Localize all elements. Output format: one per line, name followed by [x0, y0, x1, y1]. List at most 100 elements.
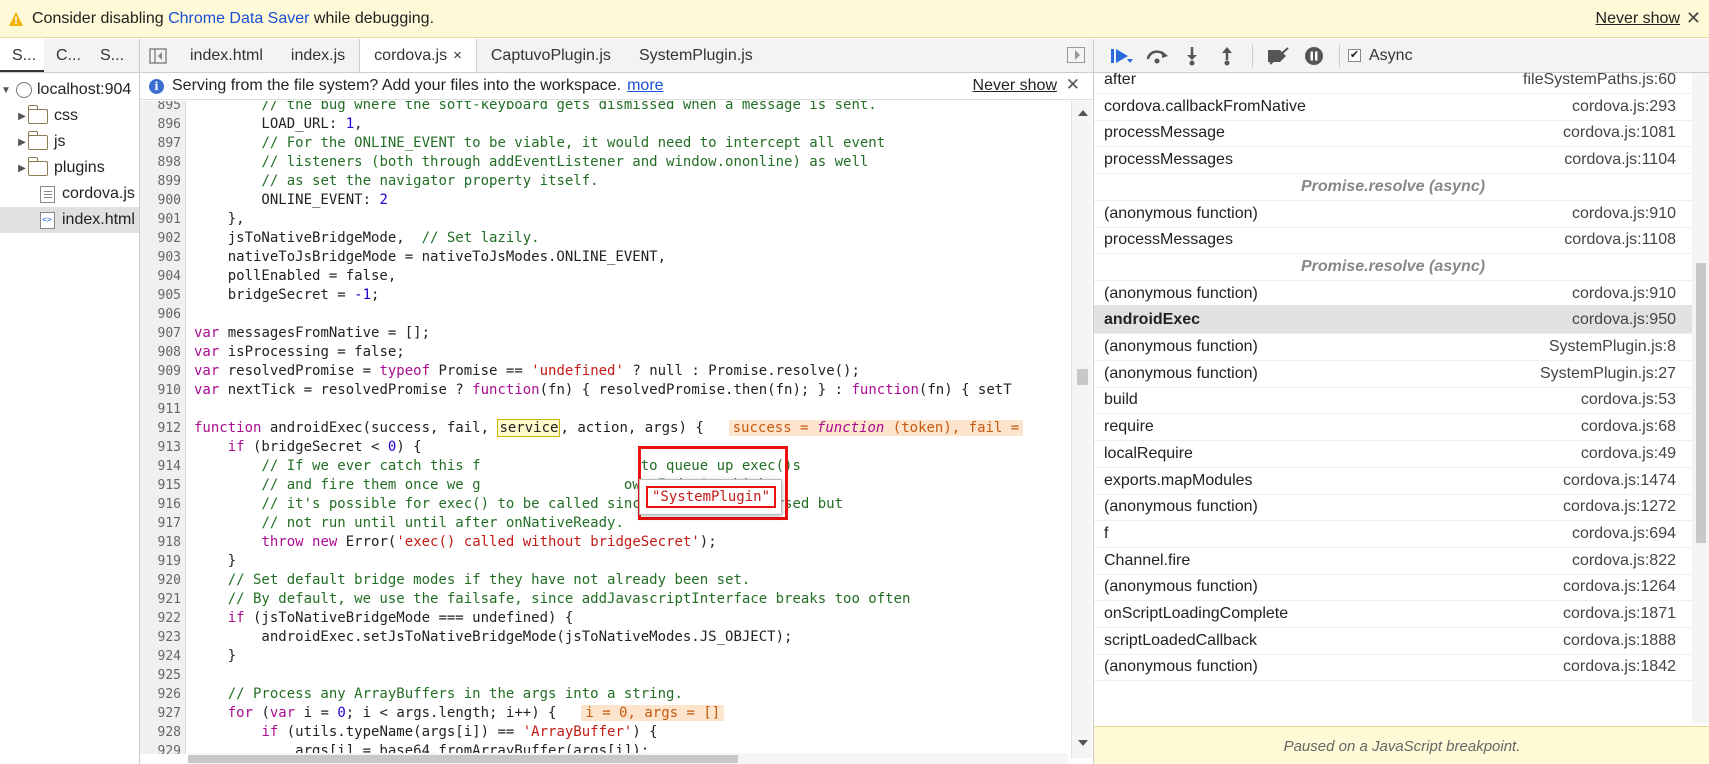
code-line[interactable]: 895 // the bug where the soft-keyboard g… [140, 101, 1080, 115]
tree-item-cordova-js[interactable]: cordova.js [0, 181, 139, 207]
navigator-tab-sources[interactable]: S... [0, 39, 44, 72]
infobar-never-show-link[interactable]: Never show [973, 77, 1057, 95]
code-line[interactable]: 899 // as set the navigator property its… [140, 172, 1080, 191]
line-number[interactable]: 895 [140, 101, 181, 115]
scroll-down-icon[interactable] [1078, 740, 1088, 746]
call-frame[interactable]: (anonymous function) cordova.js:910 [1094, 279, 1692, 308]
scrollbar-thumb[interactable] [188, 755, 738, 763]
line-number[interactable]: 923 [140, 628, 181, 647]
line-number[interactable]: 896 [140, 115, 181, 134]
frame-location-link[interactable]: cordova.js:1081 [1563, 124, 1676, 142]
code-line[interactable]: 918 throw new Error('exec() called witho… [140, 533, 1080, 552]
code-line[interactable]: 915 // and fire them once we g ow, I don… [140, 476, 1080, 495]
line-number[interactable]: 903 [140, 248, 181, 267]
code-line[interactable]: 905 bridgeSecret = -1; [140, 286, 1080, 305]
frame-location-link[interactable]: cordova.js:1104 [1564, 151, 1676, 169]
editor-vertical-scrollbar[interactable] [1071, 101, 1092, 758]
tree-item-css-folder[interactable]: ▶ css [0, 103, 139, 129]
editor-tab-cordova-js[interactable]: cordova.js × [359, 39, 477, 72]
code-line[interactable]: 897 // For the ONLINE_EVENT to be viable… [140, 134, 1080, 153]
line-number[interactable]: 905 [140, 286, 181, 305]
call-stack-scrollbar[interactable] [1692, 73, 1709, 723]
frame-location-link[interactable]: cordova.js:950 [1572, 311, 1676, 329]
tree-item-js-folder[interactable]: ▶ js [0, 129, 139, 155]
navigator-tab-content-scripts[interactable]: C... [44, 39, 88, 72]
line-number[interactable]: 897 [140, 134, 181, 153]
frame-location-link[interactable]: cordova.js:68 [1581, 418, 1676, 436]
line-number[interactable]: 902 [140, 229, 181, 248]
collapse-triangle-icon[interactable]: ▶ [16, 111, 28, 122]
code-line[interactable]: 923 androidExec.setJsToNativeBridgeMode(… [140, 628, 1080, 647]
code-line[interactable]: 900 ONLINE_EVENT: 2 [140, 191, 1080, 210]
frame-location-link[interactable]: cordova.js:49 [1581, 445, 1676, 463]
code-line[interactable]: 913 if (bridgeSecret < 0) { [140, 438, 1080, 457]
tree-item-origin[interactable]: ▼ localhost:904 [0, 77, 139, 103]
frame-location-link[interactable]: cordova.js:1871 [1563, 605, 1676, 623]
line-number[interactable]: 915 [140, 476, 181, 495]
frame-location-link[interactable]: fileSystemPaths.js:60 [1523, 73, 1676, 89]
frame-location-link[interactable]: SystemPlugin.js:27 [1540, 365, 1676, 383]
call-frame[interactable]: require cordova.js:68 [1094, 412, 1692, 442]
line-number[interactable]: 922 [140, 609, 181, 628]
line-number[interactable]: 921 [140, 590, 181, 609]
code-line[interactable]: 914 // If we ever catch this f to queue … [140, 457, 1080, 476]
call-frame[interactable]: processMessages cordova.js:1108 [1094, 225, 1692, 255]
code-line[interactable]: 907 var messagesFromNative = []; [140, 324, 1080, 343]
collapse-triangle-icon[interactable]: ▶ [16, 137, 28, 148]
code-line[interactable]: 912 function androidExec(success, fail, s… [140, 419, 1080, 438]
scrollbar-thumb[interactable] [1696, 263, 1706, 543]
line-number[interactable]: 904 [140, 267, 181, 286]
frame-location-link[interactable]: cordova.js:1108 [1564, 231, 1676, 249]
call-frame[interactable]: (anonymous function) cordova.js:910 [1094, 199, 1692, 228]
deactivate-breakpoints-button[interactable] [1261, 41, 1296, 71]
code-line[interactable]: 926 // Process any ArrayBuffers in the a… [140, 685, 1080, 704]
step-over-button[interactable] [1139, 41, 1174, 71]
code-line[interactable]: 917 // not run until until after onNativ… [140, 514, 1080, 533]
code-line[interactable]: 927 for (var i = 0; i < args.length; i++… [140, 704, 1080, 723]
line-number[interactable]: 920 [140, 571, 181, 590]
call-frame[interactable]: androidExec cordova.js:950 [1094, 305, 1692, 335]
code-line[interactable]: 920 // Set default bridge modes if they … [140, 571, 1080, 590]
line-number[interactable]: 909 [140, 362, 181, 381]
code-line[interactable]: 906 [140, 305, 1080, 324]
infobar-close-icon[interactable]: ✕ [1066, 75, 1080, 95]
line-number[interactable]: 928 [140, 723, 181, 742]
code-line[interactable]: 898 // listeners (both through addEventL… [140, 153, 1080, 172]
line-number[interactable]: 913 [140, 438, 181, 457]
call-frame[interactable]: localRequire cordova.js:49 [1094, 439, 1692, 468]
line-number[interactable]: 926 [140, 685, 181, 704]
frame-location-link[interactable]: cordova.js:1888 [1563, 632, 1676, 650]
line-number[interactable]: 899 [140, 172, 181, 191]
code-line[interactable]: 909 var resolvedPromise = typeof Promise … [140, 362, 1080, 381]
line-number[interactable]: 925 [140, 666, 181, 685]
call-frame[interactable]: (anonymous function) cordova.js:1264 [1094, 572, 1692, 602]
frame-location-link[interactable]: cordova.js:53 [1581, 391, 1676, 409]
tree-item-plugins-folder[interactable]: ▶ plugins [0, 155, 139, 181]
step-into-button[interactable] [1174, 41, 1209, 71]
warning-close-icon[interactable]: ✕ [1686, 8, 1701, 29]
frame-location-link[interactable]: cordova.js:910 [1572, 285, 1676, 303]
line-number[interactable]: 924 [140, 647, 181, 666]
call-frame[interactable]: (anonymous function) cordova.js:1272 [1094, 492, 1692, 522]
call-frame[interactable]: f cordova.js:694 [1094, 519, 1692, 548]
tab-close-icon[interactable]: × [453, 47, 462, 64]
line-number[interactable]: 901 [140, 210, 181, 229]
frame-location-link[interactable]: cordova.js:1842 [1563, 658, 1676, 676]
frame-location-link[interactable]: SystemPlugin.js:8 [1549, 338, 1676, 356]
call-frame[interactable]: (anonymous function) SystemPlugin.js:27 [1094, 359, 1692, 388]
service-param-token[interactable]: service [497, 419, 561, 437]
code-line[interactable]: 919 } [140, 552, 1080, 571]
call-frame[interactable]: Channel.fire cordova.js:822 [1094, 546, 1692, 575]
line-number[interactable]: 908 [140, 343, 181, 362]
code-line[interactable]: 911 [140, 400, 1080, 419]
code-line[interactable]: 924 } [140, 647, 1080, 666]
line-number[interactable]: 906 [140, 305, 181, 324]
frame-location-link[interactable]: cordova.js:822 [1572, 552, 1676, 570]
line-number[interactable]: 917 [140, 514, 181, 533]
pause-on-exceptions-button[interactable] [1296, 41, 1331, 71]
scrollbar-thumb[interactable] [1077, 369, 1088, 385]
code-line[interactable]: 921 // By default, we use the failsafe, … [140, 590, 1080, 609]
code-line[interactable]: 910 var nextTick = resolvedPromise ? func… [140, 381, 1080, 400]
line-number[interactable]: 929 [140, 742, 181, 754]
collapse-triangle-icon[interactable]: ▶ [16, 163, 28, 174]
